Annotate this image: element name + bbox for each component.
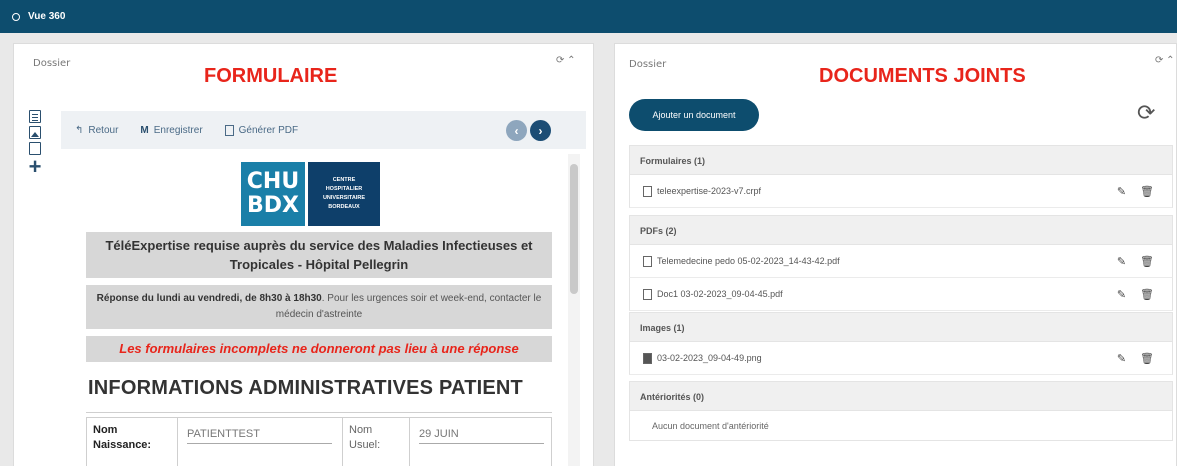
section-header: Antériorités (0): [629, 381, 1173, 411]
form-panel: Dossier FORMULAIRE ⟳ ⌃ + ↰ Retour M Enre…: [13, 43, 594, 466]
pdf-icon[interactable]: [29, 142, 41, 155]
image-file-icon: [643, 352, 652, 364]
chu-logo: CHU BDX CENTRE HOSPITALIER UNIVERSITAIRE…: [241, 162, 381, 226]
logo-sub: HOSPITALIER: [325, 186, 363, 192]
panel-label: Dossier: [629, 59, 667, 70]
hours-banner: Réponse du lundi au vendredi, de 8h30 à …: [86, 285, 552, 329]
nom-naissance-field[interactable]: PATIENTTEST: [187, 428, 332, 444]
document-row[interactable]: 03-02-2023_09-04-49.png ✎ 🗑: [629, 342, 1173, 375]
nom-naissance-label: Nom Naissance:: [93, 424, 152, 451]
images-section: Images (1) 03-02-2023_09-04-49.png ✎ 🗑: [629, 312, 1173, 375]
app-title: Vue 360: [28, 11, 66, 22]
form-heading: FORMULAIRE: [204, 65, 338, 87]
top-bar: Vue 360: [0, 0, 1177, 33]
document-name[interactable]: Doc1 03-02-2023_09-04-45.pdf: [657, 289, 783, 299]
history-section: Antériorités (0) Aucun document d'antéri…: [629, 381, 1173, 441]
save-button[interactable]: M Enregistrer: [140, 125, 202, 136]
edit-icon[interactable]: ✎: [1117, 255, 1126, 268]
logo-line1: CHU: [246, 169, 300, 194]
circle-icon: [12, 12, 20, 21]
document-row[interactable]: Doc1 03-02-2023_09-04-45.pdf ✎ 🗑: [629, 278, 1173, 311]
document-name[interactable]: 03-02-2023_09-04-49.png: [657, 353, 762, 363]
logo-sub: CENTRE: [332, 177, 356, 183]
section-header: Formulaires (1): [629, 145, 1173, 175]
service-banner: TéléExpertise requise auprès du service …: [86, 232, 552, 278]
add-icon[interactable]: +: [29, 156, 42, 178]
logo-sub: BORDEAUX: [328, 204, 360, 210]
scroll-thumb[interactable]: [570, 164, 578, 294]
section-title: INFORMATIONS ADMINISTRATIVES PATIENT: [88, 377, 523, 399]
panel-tools[interactable]: ⟳ ⌃: [1155, 55, 1175, 66]
empty-message: Aucun document d'antériorité: [629, 411, 1173, 441]
back-label: Retour: [88, 124, 119, 136]
trash-icon[interactable]: 🗑: [1140, 288, 1154, 301]
back-arrow-icon: ↰: [75, 124, 84, 136]
save-label: Enregistrer: [153, 124, 203, 136]
pdfs-section: PDFs (2) Telemedecine pedo 05-02-2023_14…: [629, 215, 1173, 311]
edit-icon[interactable]: ✎: [1117, 185, 1126, 198]
add-document-button[interactable]: Ajouter un document: [629, 99, 759, 131]
hours-bold: Réponse du lundi au vendredi, de 8h30 à …: [96, 293, 322, 304]
generate-pdf-button[interactable]: Générer PDF: [224, 124, 299, 136]
forms-section: Formulaires (1) teleexpertise-2023-v7.cr…: [629, 145, 1173, 208]
document-name[interactable]: teleexpertise-2023-v7.crpf: [657, 186, 761, 196]
panel-tools[interactable]: ⟳ ⌃: [556, 55, 576, 66]
nom-usuel-label: Nom Usuel:: [349, 424, 381, 451]
section-header: PDFs (2): [629, 215, 1173, 245]
documents-heading: DOCUMENTS JOINTS: [819, 65, 1026, 87]
nom-usuel-field[interactable]: 29 JUIN: [419, 428, 544, 444]
form-toolbar: ↰ Retour M Enregistrer Générer PDF ‹ ›: [61, 111, 586, 149]
patient-info-table: Nom Naissance: PATIENTTEST Nom Usuel: 29…: [86, 417, 552, 466]
pdf-label: Générer PDF: [238, 124, 299, 136]
pdf-file-icon: [224, 124, 234, 136]
back-button[interactable]: ↰ Retour: [75, 125, 118, 136]
document-row[interactable]: Telemedecine pedo 05-02-2023_14-43-42.pd…: [629, 245, 1173, 278]
trash-icon[interactable]: 🗑: [1140, 185, 1154, 198]
section-header: Images (1): [629, 312, 1173, 342]
side-toolbar: +: [26, 110, 44, 178]
trash-icon[interactable]: 🗑: [1140, 352, 1154, 365]
document-row[interactable]: teleexpertise-2023-v7.crpf ✎ 🗑: [629, 175, 1173, 208]
warning-banner: Les formulaires incomplets ne donneront …: [86, 336, 552, 362]
edit-icon[interactable]: ✎: [1117, 288, 1126, 301]
document-name[interactable]: Telemedecine pedo 05-02-2023_14-43-42.pd…: [657, 256, 840, 266]
refresh-icon[interactable]: ⟳: [1137, 100, 1155, 126]
image-icon[interactable]: [29, 126, 41, 139]
pdf-file-icon: [643, 288, 652, 300]
logo-line2: BDX: [247, 193, 299, 218]
file-icon: [643, 185, 652, 197]
panel-label: Dossier: [33, 58, 71, 69]
logo-sub: UNIVERSITAIRE: [322, 195, 366, 201]
form-content: CHU BDX CENTRE HOSPITALIER UNIVERSITAIRE…: [74, 154, 568, 466]
prev-page-button[interactable]: ‹: [506, 120, 527, 141]
pdf-file-icon: [643, 255, 652, 267]
documents-panel: Dossier DOCUMENTS JOINTS ⟳ ⌃ Ajouter un …: [614, 43, 1177, 466]
edit-icon[interactable]: ✎: [1117, 352, 1126, 365]
trash-icon[interactable]: 🗑: [1140, 255, 1154, 268]
next-page-button[interactable]: ›: [530, 120, 551, 141]
scrollbar[interactable]: [568, 154, 580, 466]
form-icon[interactable]: [29, 110, 41, 123]
save-icon: M: [140, 124, 149, 136]
divider: [86, 412, 552, 413]
